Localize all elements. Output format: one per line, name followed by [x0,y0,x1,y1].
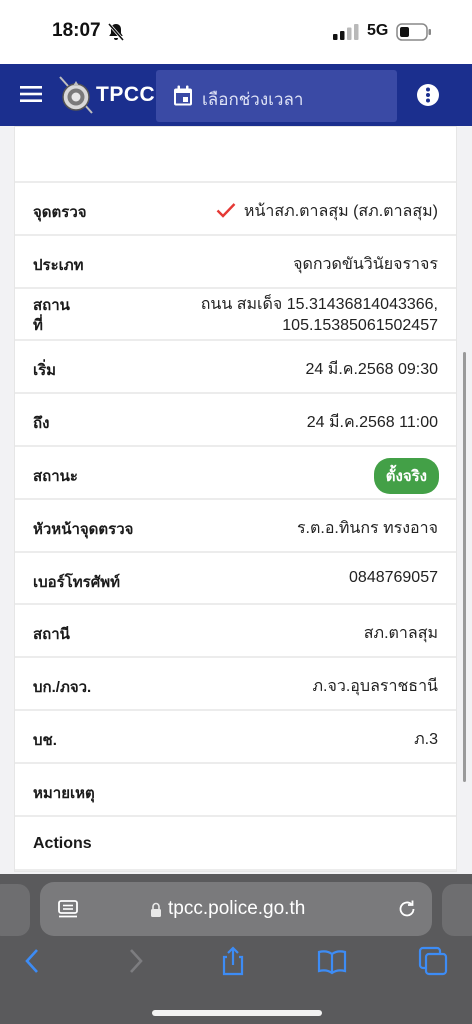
browser-toolbar: tpcc.police.go.th [0,874,472,1024]
checkpoint-name: หน้าสภ.ตาลสุม (สภ.ตาลสุม) [243,203,438,220]
forward-icon[interactable] [120,946,150,976]
row-label: สถานี [33,626,70,644]
home-indicator[interactable] [152,1010,322,1016]
row-label: สถานะ [33,467,78,485]
bookmarks-icon[interactable] [317,946,347,976]
brand-title: TPCC [96,83,156,106]
location-line: ถนน สมเด็จ 15.31436814043366, [200,295,438,313]
checkpoint-detail-card: จุดตรวจ หน้าสภ.ตาลสุม (สภ.ตาลสุม) ประเภท… [14,126,457,872]
row-label: ประเภท [33,256,84,274]
cellular-signal-icon [333,24,359,40]
status-bar: 18:07 5G [0,0,472,64]
scrollbar-thumb[interactable] [463,352,466,782]
row-value: 24 มี.ค.2568 11:00 [306,414,438,432]
phone-link[interactable]: 0848769057 [349,569,438,587]
status-time: 18:07 [52,20,101,41]
row-value: จุดกวดขันวินัยจราจร [293,255,438,273]
battery-icon [396,23,431,41]
actions-heading: Actions [33,834,92,852]
next-tab-preview[interactable] [442,884,472,936]
detail-row-checkpoint: จุดตรวจ หน้าสภ.ตาลสุม (สภ.ตาลสุม) [15,183,456,236]
url-text: tpcc.police.go.th [168,898,306,919]
location-line: 105.15385061502457 [282,316,438,334]
address-bar[interactable]: tpcc.police.go.th [40,882,432,936]
actions-section: Actions [15,817,456,871]
more-vertical-icon[interactable] [416,83,440,107]
row-label: สถาน ที่ [33,296,73,336]
page-menu-icon[interactable] [58,900,78,918]
detail-row-remark: หมายเหตุ [15,764,456,817]
row-label: ถึง [33,415,50,433]
detail-row-station: สถานี สภ.ตาลสุม [15,605,456,659]
detail-row-start: เริ่ม 24 มี.ค.2568 09:30 [15,341,456,395]
date-range-placeholder: เลือกช่วงเวลา [202,90,304,109]
detail-row-phone: เบอร์โทรศัพท์ 0848769057 [15,553,456,606]
row-value: หน้าสภ.ตาลสุม (สภ.ตาลสุม) [216,199,438,224]
reload-icon[interactable] [396,898,418,920]
row-label: เบอร์โทรศัพท์ [33,573,121,591]
row-value: สภ.ตาลสุม [363,625,438,643]
bell-slash-icon [107,23,125,41]
card-header [15,127,456,183]
tabs-icon[interactable] [418,946,448,976]
hamburger-menu-icon[interactable] [20,85,42,103]
row-value: ภ.3 [414,730,438,748]
row-label: หมายเหตุ [33,784,95,802]
row-label-line: ที่ [33,316,43,334]
calendar-icon [174,85,192,106]
detail-row-status: สถานะ ตั้งจริง [15,447,456,500]
detail-row-end: ถึง 24 มี.ค.2568 11:00 [15,394,456,447]
checkmark-icon [216,203,236,218]
previous-tab-preview[interactable] [0,884,30,936]
back-icon[interactable] [18,946,48,976]
detail-row-bureau: บช. ภ.3 [15,711,456,764]
row-label-line: สถาน [33,296,70,314]
row-value: ภ.จว.อุบลราชธานี [312,678,439,696]
detail-row-type: ประเภท จุดกวดขันวินัยจราจร [15,236,456,289]
row-label: หัวหน้าจุดตรวจ [33,520,134,538]
detail-row-location: สถาน ที่ ถนน สมเด็จ 15.31436814043366, 1… [15,289,456,342]
lock-icon [151,902,161,917]
detail-row-commander: หัวหน้าจุดตรวจ ร.ต.อ.ทินกร ทรงอาจ [15,500,456,553]
share-icon[interactable] [218,946,248,976]
row-value: ถนน สมเด็จ 15.31436814043366, 105.153850… [138,294,438,336]
status-badge: ตั้งจริง [373,457,439,494]
detail-row-division: บก./ภจว. ภ.จว.อุบลราชธานี [15,658,456,711]
row-value: ร.ต.อ.ทินกร ทรงอาจ [296,519,438,537]
network-type: 5G [367,22,389,39]
row-value: 24 มี.ค.2568 09:30 [305,361,438,379]
row-label: เริ่ม [33,362,57,380]
police-emblem-logo [59,76,93,114]
row-label: บก./ภจว. [33,679,92,697]
date-range-picker[interactable]: เลือกช่วงเวลา [156,70,397,122]
app-bar: TPCC เลือกช่วงเวลา [0,64,472,126]
row-label: บช. [33,731,57,749]
detail-scroll-area[interactable]: จุดตรวจ หน้าสภ.ตาลสุม (สภ.ตาลสุม) ประเภท… [0,126,472,874]
row-label: จุดตรวจ [33,204,87,221]
